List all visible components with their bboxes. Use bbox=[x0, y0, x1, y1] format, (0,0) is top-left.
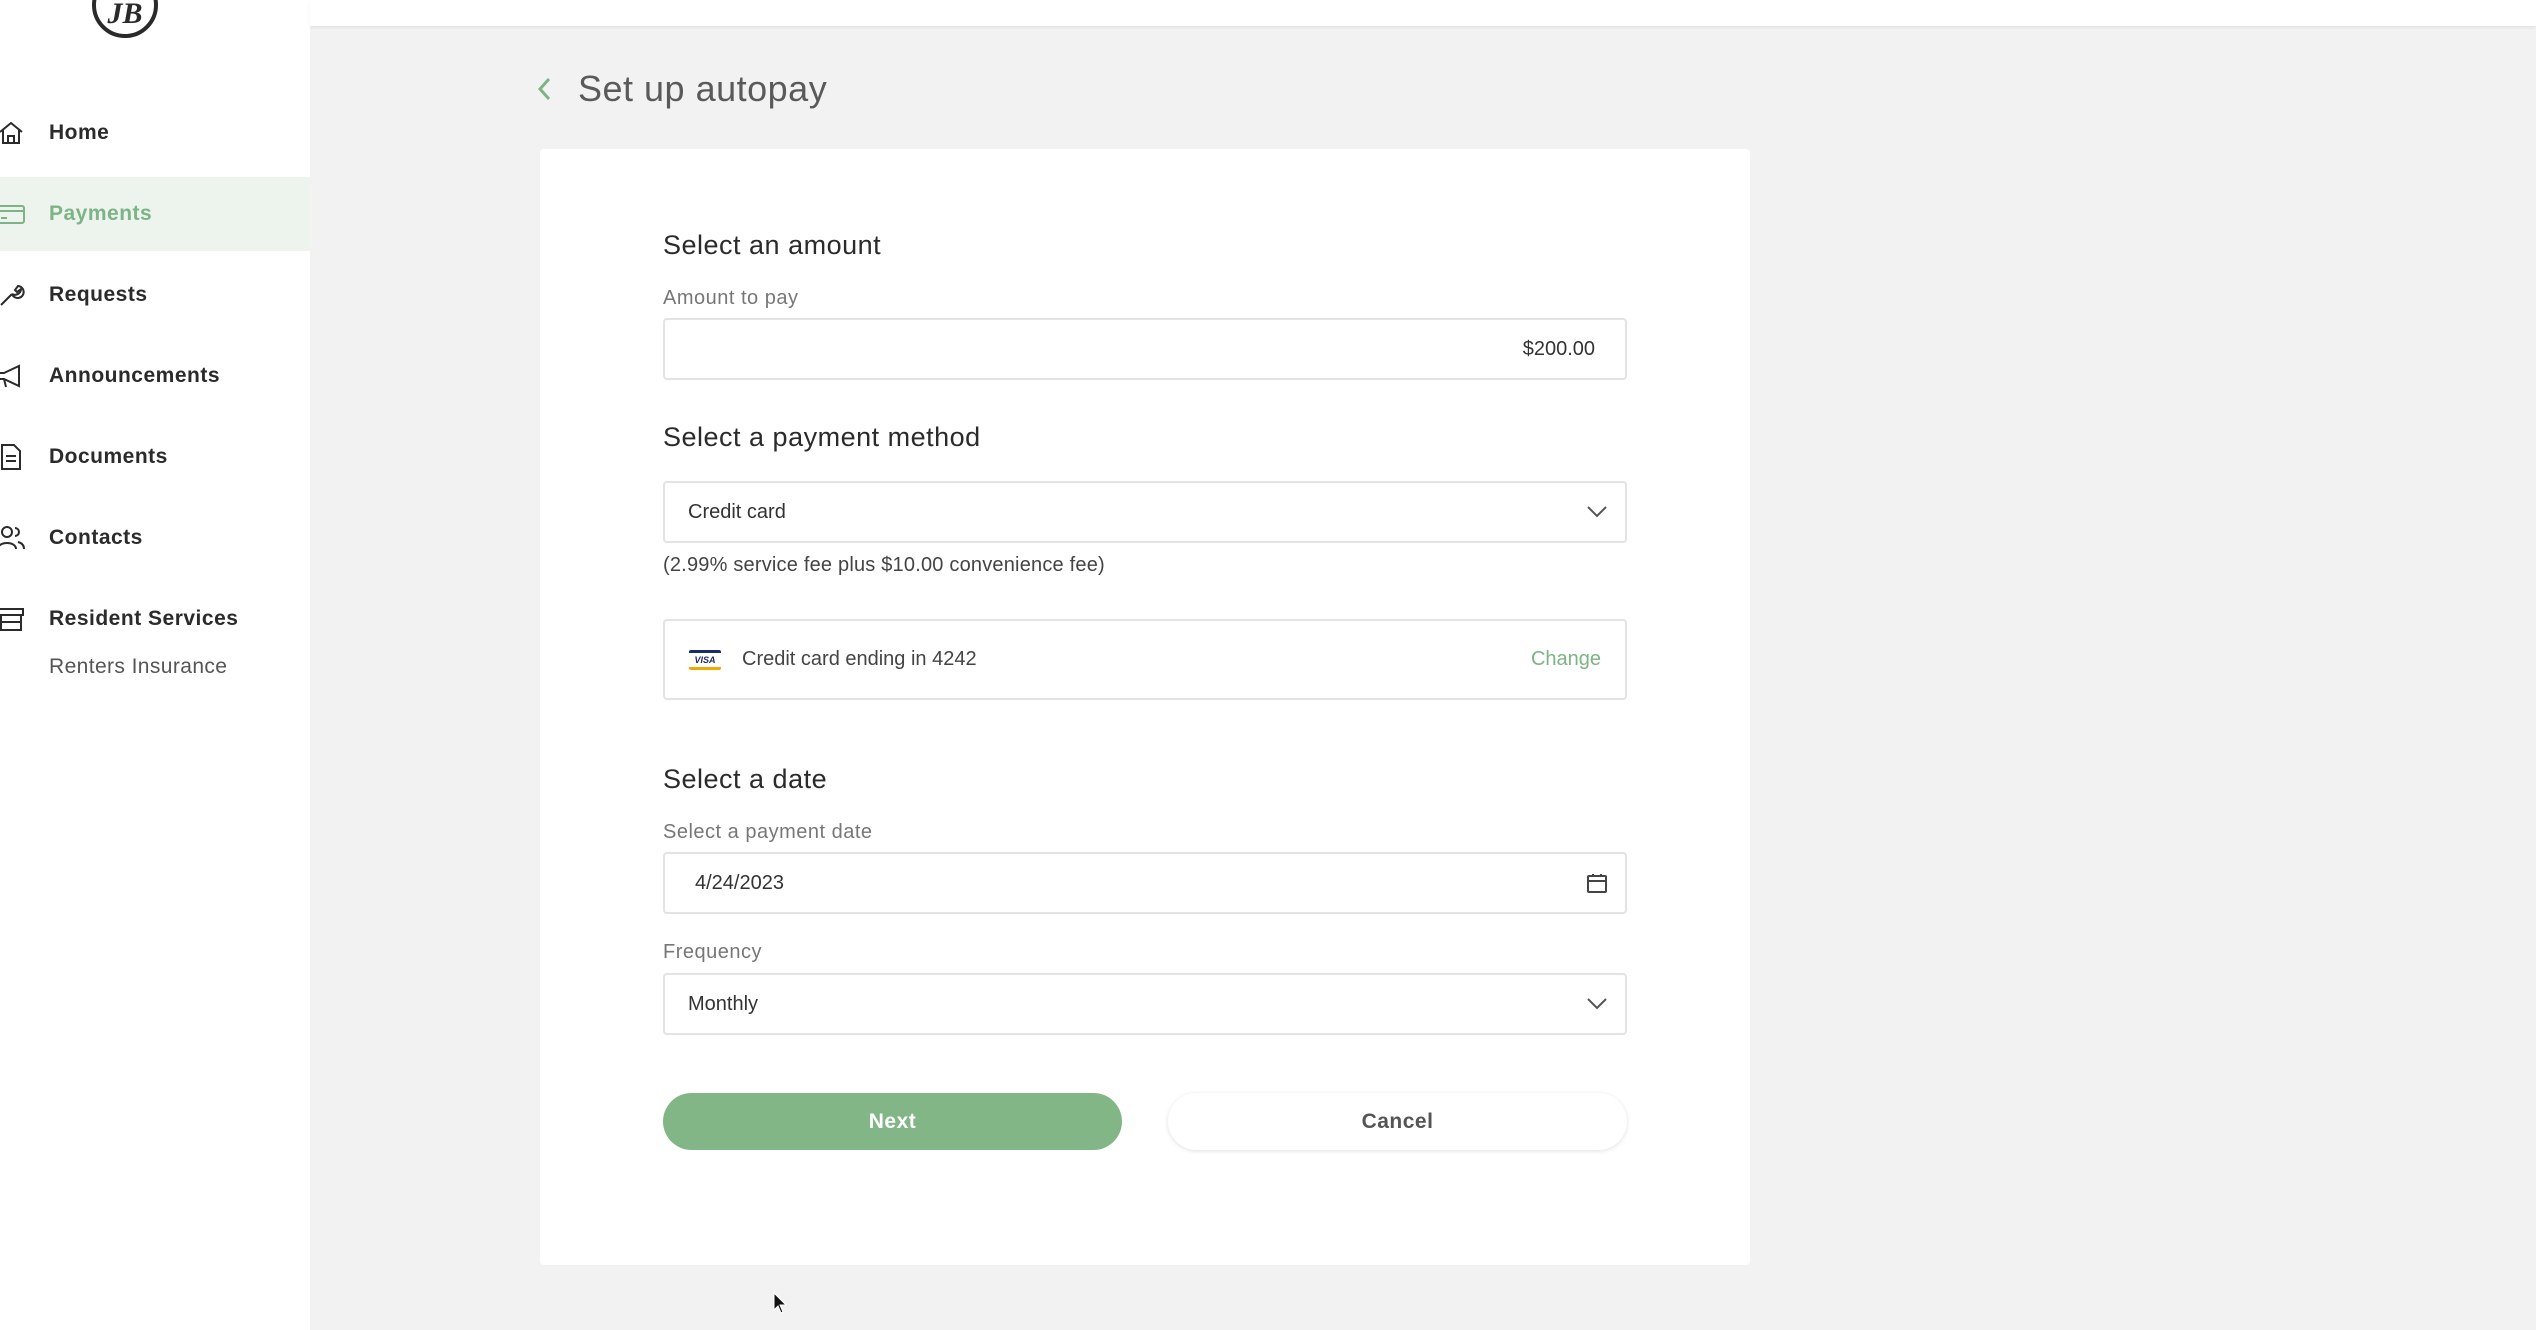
sidebar-item-label: Contacts bbox=[49, 526, 143, 549]
sidebar-item-home[interactable]: Home bbox=[0, 96, 310, 170]
sidebar-item-requests[interactable]: Requests bbox=[0, 258, 310, 332]
section-title-date: Select a date bbox=[663, 764, 828, 794]
payment-method-value: Credit card bbox=[688, 500, 786, 523]
section-title-amount: Select an amount bbox=[663, 230, 882, 260]
home-icon bbox=[0, 118, 26, 148]
amount-label: Amount to pay bbox=[663, 287, 799, 309]
sidebar: JB Home Payments Requests Announcements … bbox=[0, 0, 310, 1330]
frequency-label: Frequency bbox=[663, 941, 762, 963]
sidebar-item-label: Resident Services bbox=[49, 607, 239, 630]
credit-card-icon bbox=[0, 199, 26, 229]
card-description: Credit card ending in 4242 bbox=[742, 648, 977, 670]
amount-value: $200.00 bbox=[1522, 337, 1595, 360]
page-title: Set up autopay bbox=[578, 68, 828, 109]
frequency-value: Monthly bbox=[688, 992, 759, 1015]
logo[interactable]: JB bbox=[92, 0, 158, 38]
sidebar-subitem-renters-insurance[interactable]: Renters Insurance bbox=[49, 655, 227, 679]
mouse-pointer-icon bbox=[773, 1291, 788, 1314]
frequency-select[interactable]: Monthly bbox=[663, 973, 1627, 1035]
cancel-button[interactable]: Cancel bbox=[1168, 1093, 1627, 1150]
fee-note: (2.99% service fee plus $10.00 convenien… bbox=[663, 554, 1105, 576]
next-button[interactable]: Next bbox=[663, 1093, 1122, 1150]
change-card-link[interactable]: Change bbox=[1531, 648, 1601, 671]
sidebar-item-label: Home bbox=[49, 121, 110, 144]
visa-icon: VISA bbox=[689, 650, 721, 670]
sidebar-nav: Home Payments Requests Announcements Doc… bbox=[0, 96, 310, 663]
sidebar-item-label: Announcements bbox=[49, 364, 221, 387]
calendar-icon[interactable] bbox=[1583, 869, 1611, 897]
document-icon bbox=[0, 442, 26, 472]
storefront-icon bbox=[0, 604, 26, 634]
sidebar-item-documents[interactable]: Documents bbox=[0, 420, 310, 494]
payment-date-value: 4/24/2023 bbox=[695, 871, 784, 894]
sidebar-item-label: Payments bbox=[49, 202, 153, 225]
people-icon bbox=[0, 523, 26, 553]
back-button[interactable] bbox=[530, 76, 560, 106]
sidebar-item-label: Documents bbox=[49, 445, 168, 468]
wrench-icon bbox=[0, 280, 26, 310]
sidebar-item-label: Requests bbox=[49, 283, 148, 306]
chevron-down-icon bbox=[1583, 990, 1611, 1018]
autopay-form-card: Select an amount Amount to pay $200.00 S… bbox=[540, 149, 1750, 1265]
amount-input[interactable]: $200.00 bbox=[663, 318, 1627, 380]
payment-date-label: Select a payment date bbox=[663, 821, 873, 843]
payment-method-select[interactable]: Credit card bbox=[663, 481, 1627, 543]
top-bar bbox=[310, 0, 2536, 26]
saved-card-box: VISA Credit card ending in 4242 Change bbox=[663, 619, 1627, 700]
megaphone-icon bbox=[0, 361, 26, 391]
chevron-down-icon bbox=[1583, 498, 1611, 526]
sidebar-item-payments[interactable]: Payments bbox=[0, 177, 310, 251]
chevron-left-icon bbox=[536, 76, 554, 107]
section-title-payment-method: Select a payment method bbox=[663, 422, 981, 452]
sidebar-item-resident-services[interactable]: Resident Services bbox=[0, 582, 310, 656]
sidebar-item-announcements[interactable]: Announcements bbox=[0, 339, 310, 413]
sidebar-item-contacts[interactable]: Contacts bbox=[0, 501, 310, 575]
payment-date-input[interactable]: 4/24/2023 bbox=[663, 852, 1627, 914]
